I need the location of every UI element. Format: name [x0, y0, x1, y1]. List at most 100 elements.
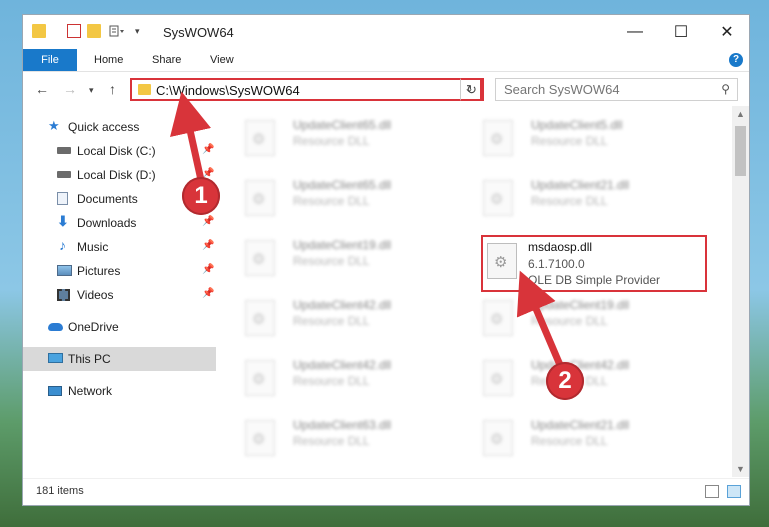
search-input[interactable]	[504, 82, 704, 97]
scroll-up-icon[interactable]: ▲	[736, 109, 745, 119]
sidebar-item-videos[interactable]: Videos 📌	[23, 283, 216, 307]
recent-locations-icon[interactable]: ▾	[89, 85, 94, 96]
file-name: UpdateClient65.dll	[293, 118, 392, 132]
videos-icon	[57, 289, 70, 301]
sidebar-item-this-pc[interactable]: This PC	[23, 347, 216, 371]
title-bar: ▾ SysWOW64 — ☐ ✕	[23, 15, 749, 49]
file-type: Resource DLL	[531, 314, 608, 328]
new-folder-icon[interactable]	[87, 24, 101, 38]
file-type: Resource DLL	[293, 194, 370, 208]
tab-share[interactable]: Share	[152, 49, 181, 71]
file-type: Resource DLL	[293, 134, 370, 148]
star-icon: ★	[48, 118, 60, 133]
folder-icon	[32, 24, 46, 38]
pin-icon[interactable]: 📌	[202, 144, 214, 155]
sidebar-item-pictures[interactable]: Pictures 📌	[23, 259, 216, 283]
file-version: 6.1.7100.0	[528, 257, 585, 271]
address-path[interactable]: C:\Windows\SysWOW64	[156, 83, 300, 98]
file-tile[interactable]: UpdateClient42.dll Resource DLL	[479, 356, 699, 400]
dropdown-arrow-icon[interactable]: ▾	[135, 24, 149, 38]
file-name: msdaosp.dll	[528, 240, 593, 254]
dll-file-icon	[245, 420, 275, 456]
sidebar-item-label: This PC	[68, 352, 111, 366]
pictures-icon	[57, 265, 72, 276]
tab-file[interactable]: File	[23, 49, 77, 71]
file-name: UpdateClient21.dll	[531, 178, 630, 192]
refresh-icon[interactable]: ↻	[460, 78, 484, 101]
sidebar-item-onedrive[interactable]: OneDrive	[23, 315, 216, 339]
properties-icon[interactable]	[67, 24, 81, 38]
music-icon: ♪	[59, 237, 66, 253]
sidebar-item-local-disk-c[interactable]: Local Disk (C:) 📌	[23, 139, 216, 163]
scrollbar-thumb[interactable]	[735, 126, 746, 176]
drive-icon	[57, 171, 71, 178]
sidebar-item-label: OneDrive	[68, 320, 119, 334]
file-tile[interactable]: UpdateClient65.dll Resource DLL	[241, 116, 461, 160]
file-name: UpdateClient19.dll	[531, 298, 630, 312]
sidebar-item-label: Documents	[77, 192, 138, 206]
file-tile[interactable]: UpdateClient42.dll Resource DLL	[241, 296, 461, 340]
file-type: Resource DLL	[293, 434, 370, 448]
navigation-bar: ← → ▾ ↑ C:\Windows\SysWOW64 ⌄ ↻ ⚲	[23, 72, 749, 106]
folder-icon	[138, 84, 151, 95]
dll-file-icon	[483, 420, 513, 456]
sidebar-item-label: Local Disk (D:)	[77, 168, 156, 182]
sidebar-item-label: Local Disk (C:)	[77, 144, 156, 158]
dll-file-icon	[483, 180, 513, 216]
drive-icon	[57, 147, 71, 154]
file-name: UpdateClient65.dll	[293, 178, 392, 192]
pin-icon[interactable]: 📌	[202, 264, 214, 275]
sidebar-item-downloads[interactable]: ⬇ Downloads 📌	[23, 211, 216, 235]
dll-file-icon	[483, 300, 513, 336]
item-count: 181 items	[36, 485, 84, 497]
dll-file-icon	[245, 120, 275, 156]
file-name: UpdateClient19.dll	[293, 238, 392, 252]
dll-file-icon	[483, 360, 513, 396]
vertical-scrollbar[interactable]: ▲ ▼	[732, 106, 749, 477]
file-type: Resource DLL	[531, 134, 608, 148]
file-tile[interactable]: UpdateClient5.dll Resource DLL	[479, 116, 699, 160]
download-icon: ⬇	[57, 213, 69, 229]
tab-home[interactable]: Home	[94, 49, 123, 71]
tab-view[interactable]: View	[210, 49, 234, 71]
file-list: UpdateClient65.dll Resource DLL UpdateCl…	[216, 106, 732, 476]
pin-icon[interactable]: 📌	[202, 216, 214, 227]
file-type: Resource DLL	[293, 314, 370, 328]
sidebar-item-quick-access[interactable]: ★ Quick access	[23, 115, 216, 139]
large-icons-view-icon[interactable]	[727, 485, 741, 498]
pin-icon[interactable]: 📌	[202, 288, 214, 299]
file-tile[interactable]: UpdateClient42.dll Resource DLL	[241, 356, 461, 400]
back-arrow-icon[interactable]: ←	[35, 81, 49, 97]
file-tile[interactable]: UpdateClient65.dll Resource DLL	[241, 176, 461, 220]
file-tile[interactable]: UpdateClient19.dll Resource DLL	[479, 296, 699, 340]
file-tile[interactable]: UpdateClient63.dll Resource DLL	[241, 416, 461, 460]
forward-arrow-icon[interactable]: →	[63, 81, 77, 97]
up-arrow-icon[interactable]: ↑	[109, 81, 116, 97]
sidebar-item-network[interactable]: Network	[23, 379, 216, 403]
file-type: Resource DLL	[531, 194, 608, 208]
maximize-button[interactable]: ☐	[659, 19, 703, 45]
file-name: UpdateClient42.dll	[293, 358, 392, 372]
minimize-button[interactable]: —	[613, 19, 657, 45]
customize-toolbar-icon[interactable]	[109, 24, 127, 38]
address-bar[interactable]: C:\Windows\SysWOW64 ⌄	[130, 78, 482, 101]
scroll-down-icon[interactable]: ▼	[736, 464, 745, 474]
sidebar-item-label: Pictures	[77, 264, 121, 278]
explorer-window: ▾ SysWOW64 — ☐ ✕ File Home Share View ? …	[22, 14, 750, 506]
file-type: Resource DLL	[293, 254, 370, 268]
computer-icon	[48, 353, 63, 363]
annotation-badge-2: 2	[546, 362, 584, 400]
details-view-icon[interactable]	[705, 485, 719, 498]
search-icon[interactable]: ⚲	[721, 82, 730, 96]
file-tile[interactable]: UpdateClient21.dll Resource DLL	[479, 416, 699, 460]
highlighted-file-tile[interactable]: msdaosp.dll 6.1.7100.0 OLE DB Simple Pro…	[481, 235, 707, 292]
help-icon[interactable]: ?	[729, 53, 743, 67]
pin-icon[interactable]: 📌	[202, 240, 214, 251]
status-bar: 181 items	[23, 478, 749, 507]
close-button[interactable]: ✕	[705, 19, 749, 45]
search-box[interactable]: ⚲	[495, 78, 738, 101]
sidebar-item-music[interactable]: ♪ Music 📌	[23, 235, 216, 259]
file-description: OLE DB Simple Provider	[528, 273, 661, 287]
file-tile[interactable]: UpdateClient21.dll Resource DLL	[479, 176, 699, 220]
file-tile[interactable]: UpdateClient19.dll Resource DLL	[241, 236, 461, 280]
